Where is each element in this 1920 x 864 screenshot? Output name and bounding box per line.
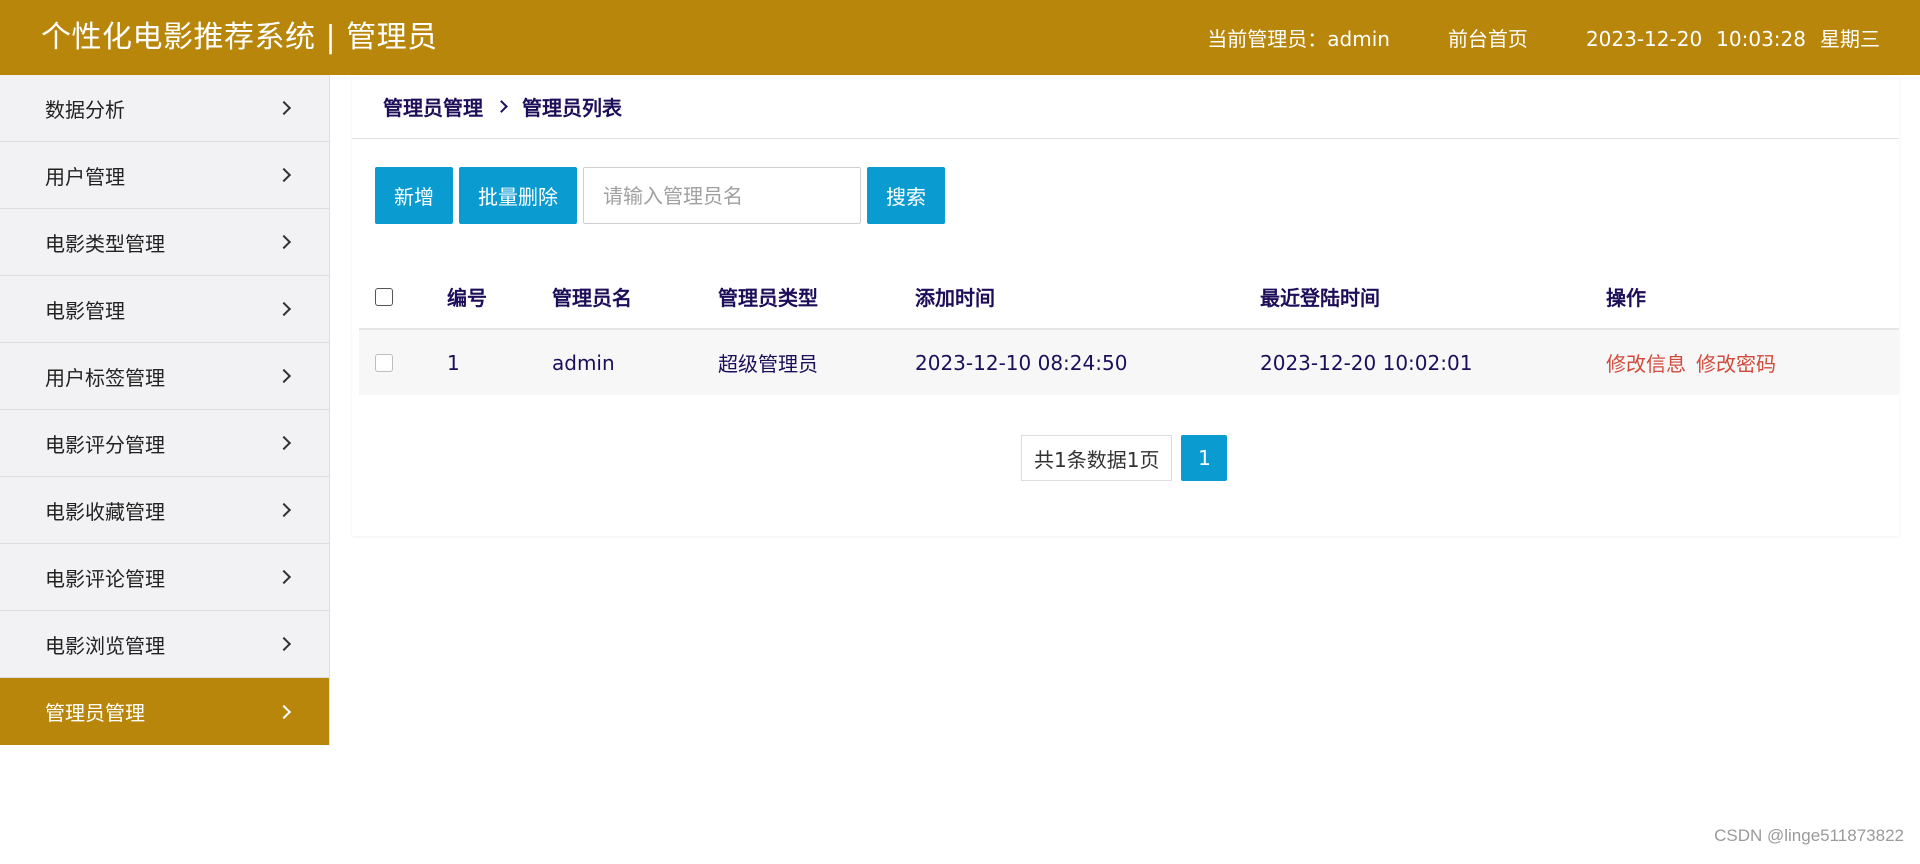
chevron-right-icon — [276, 368, 292, 384]
search-button[interactable]: 搜索 — [867, 167, 945, 224]
chevron-right-icon — [495, 100, 508, 113]
clock: 2023-12-20 10:03:28 星期三 — [1586, 23, 1880, 52]
search-input[interactable] — [583, 167, 861, 224]
sidebar-item-label: 用户管理 — [45, 164, 125, 189]
cell-name: admin — [552, 350, 615, 375]
row-select-cell — [375, 330, 393, 395]
header-added: 添加时间 — [915, 286, 995, 310]
admin-table: 编号 管理员名 管理员类型 添加时间 最近登陆时间 操作 1 admin 超级管… — [359, 265, 1899, 395]
sidebar-item-label: 管理员管理 — [45, 701, 145, 725]
header-type: 管理员类型 — [718, 286, 818, 310]
add-button[interactable]: 新增 — [375, 167, 453, 224]
clock-date: 2023-12-20 — [1585, 27, 1703, 51]
sidebar-item-admins[interactable]: 管理员管理 — [0, 678, 329, 745]
chevron-right-icon — [276, 636, 292, 652]
clock-weekday: 星期三 — [1820, 27, 1880, 51]
sidebar-item-browsing[interactable]: 电影浏览管理 — [0, 611, 329, 678]
chevron-right-icon — [276, 234, 292, 250]
header-right: 当前管理员：admin 前台首页 2023-12-20 10:03:28 星期三 — [1149, 0, 1880, 75]
sidebar-item-label: 电影评分管理 — [45, 432, 165, 457]
sidebar-item-label: 电影管理 — [45, 298, 125, 323]
sidebar-item-user-tags[interactable]: 用户标签管理 — [0, 343, 329, 410]
sidebar-item-movies[interactable]: 电影管理 — [0, 276, 329, 343]
breadcrumb-current: 管理员列表 — [522, 96, 622, 120]
watermark: CSDN @linge511873822 — [1714, 826, 1904, 845]
home-link[interactable]: 前台首页 — [1448, 23, 1528, 52]
sidebar-item-label: 电影评论管理 — [45, 566, 165, 591]
chevron-right-icon — [276, 435, 292, 451]
sidebar-item-label: 数据分析 — [45, 97, 125, 122]
chevron-right-icon — [276, 100, 292, 116]
edit-info-link[interactable]: 修改信息 — [1606, 348, 1686, 377]
pagination: 共1条数据1页 1 — [1021, 435, 1228, 481]
sidebar-item-label: 用户标签管理 — [45, 365, 165, 390]
header-actions: 操作 — [1606, 286, 1646, 310]
header-name: 管理员名 — [552, 286, 632, 310]
batch-delete-button[interactable]: 批量删除 — [459, 167, 577, 224]
pagination-summary: 共1条数据1页 — [1021, 435, 1173, 481]
breadcrumb: 管理员管理 管理员列表 — [352, 75, 1899, 139]
edit-password-link[interactable]: 修改密码 — [1696, 348, 1776, 377]
app-title: 个性化电影推荐系统 | 管理员 — [41, 20, 438, 55]
sidebar-item-favorites[interactable]: 电影收藏管理 — [0, 477, 329, 544]
table-row: 1 admin 超级管理员 2023-12-10 08:24:50 2023-1… — [359, 330, 1899, 395]
chevron-right-icon — [276, 301, 292, 317]
page-button-current[interactable]: 1 — [1181, 435, 1228, 481]
main-panel: 管理员管理 管理员列表 新增 批量删除 搜索 编号 管理员名 管理员类型 添加时… — [352, 75, 1899, 536]
row-checkbox[interactable] — [375, 353, 393, 372]
sidebar-item-label: 电影收藏管理 — [45, 499, 165, 524]
sidebar-item-users[interactable]: 用户管理 — [0, 142, 329, 209]
sidebar-item-label: 电影类型管理 — [45, 231, 165, 256]
header-id: 编号 — [447, 286, 487, 310]
toolbar: 新增 批量删除 搜索 — [375, 167, 951, 224]
chevron-right-icon — [276, 167, 292, 183]
clock-time: 10:03:28 — [1716, 27, 1806, 51]
sidebar-item-movie-types[interactable]: 电影类型管理 — [0, 209, 329, 276]
cell-added: 2023-12-10 08:24:50 — [915, 350, 1128, 375]
table-header-row: 编号 管理员名 管理员类型 添加时间 最近登陆时间 操作 — [359, 265, 1899, 330]
cell-last-login: 2023-12-20 10:02:01 — [1260, 350, 1473, 375]
select-all-cell — [375, 265, 393, 328]
chevron-right-icon — [276, 502, 292, 518]
chevron-right-icon — [276, 704, 292, 719]
current-admin-label: 当前管理员：admin — [1207, 27, 1390, 51]
sidebar-item-ratings[interactable]: 电影评分管理 — [0, 410, 329, 477]
sidebar-item-data-analysis[interactable]: 数据分析 — [0, 75, 329, 142]
sidebar-item-label: 电影浏览管理 — [45, 633, 165, 658]
chevron-right-icon — [276, 569, 292, 585]
header-last-login: 最近登陆时间 — [1260, 286, 1380, 310]
cell-actions: 修改信息 修改密码 — [1606, 330, 1786, 395]
top-header: 个性化电影推荐系统 | 管理员 当前管理员：admin 前台首页 2023-12… — [0, 0, 1920, 75]
breadcrumb-parent[interactable]: 管理员管理 — [383, 92, 483, 121]
sidebar: 数据分析 用户管理 电影类型管理 电影管理 用户标签管理 电影评分管理 电影收藏… — [0, 75, 330, 745]
sidebar-item-comments[interactable]: 电影评论管理 — [0, 544, 329, 611]
cell-id: 1 — [447, 350, 460, 375]
select-all-checkbox[interactable] — [375, 287, 393, 306]
cell-type: 超级管理员 — [718, 352, 818, 376]
